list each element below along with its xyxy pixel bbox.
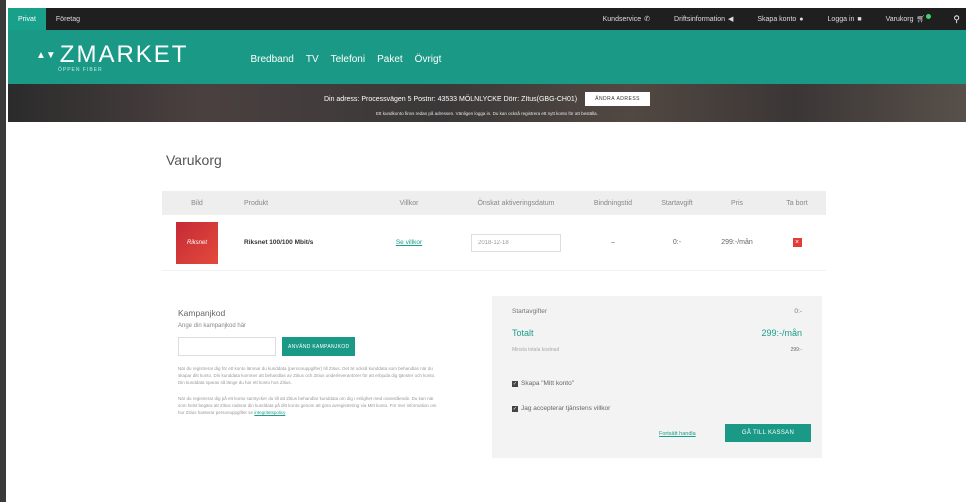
customer-service-link[interactable]: Kundservice ✆ bbox=[591, 15, 662, 24]
cart-icon: 🛒︎ bbox=[916, 16, 926, 23]
logo-name: ZMARKET bbox=[59, 41, 189, 68]
logo-mark-icon: ▲▼ bbox=[36, 49, 56, 61]
address-text: Din adress: Processvägen 5 Postnr: 43533… bbox=[323, 95, 578, 103]
cart-link[interactable]: Varukorg 🛒︎ bbox=[874, 13, 944, 23]
min-cost-label: Minsta totala kostnad bbox=[512, 347, 560, 353]
col-binding: Bindningstid bbox=[593, 199, 633, 207]
checkout-button[interactable]: GÅ TILL KASSAN bbox=[725, 424, 811, 442]
address-banner: Din adress: Processvägen 5 Postnr: 43533… bbox=[8, 84, 966, 122]
account-notice: Ett kundkonto finns redan på adressen. V… bbox=[376, 111, 598, 116]
cart-label: Varukorg bbox=[885, 15, 914, 23]
terms-link[interactable]: Se villkor bbox=[396, 239, 422, 246]
nav-other[interactable]: Övrigt bbox=[415, 54, 442, 65]
main-nav: Bredband TV Telefoni Paket Övrigt bbox=[250, 54, 441, 65]
nav-package[interactable]: Paket bbox=[377, 54, 403, 65]
tab-business[interactable]: Företag bbox=[46, 8, 90, 30]
cart-count-badge bbox=[926, 13, 932, 19]
col-image: Bild bbox=[191, 199, 203, 207]
create-account-label: Skapa konto bbox=[757, 15, 797, 23]
table-row: Riksnet Riksnet 100/100 Mbit/s Se villko… bbox=[162, 215, 826, 271]
top-utility-bar: Privat Företag Kundservice ✆ Driftsinfor… bbox=[8, 8, 966, 30]
user-icon: ● bbox=[799, 15, 804, 23]
total-row: Totalt 299:-/mån bbox=[512, 328, 802, 338]
start-fees-row: Startavgifter 0:- bbox=[512, 308, 802, 315]
product-image: Riksnet bbox=[176, 221, 218, 264]
min-cost-value: 299:- bbox=[790, 347, 802, 353]
order-summary: Startavgifter 0:- Totalt 299:-/mån Minst… bbox=[492, 296, 822, 458]
privacy-text-2-body: När du registrerar dig på ett konto samt… bbox=[178, 396, 437, 415]
remove-item-button[interactable]: × bbox=[792, 238, 802, 247]
binding-value: – bbox=[611, 239, 615, 246]
start-fees-label: Startavgifter bbox=[512, 308, 548, 315]
logo-tagline: ÖPPEN FIBER bbox=[58, 67, 103, 73]
col-terms: Villkor bbox=[399, 199, 419, 207]
col-start-fee: Startavgift bbox=[661, 199, 693, 207]
nav-broadband[interactable]: Bredband bbox=[250, 54, 293, 65]
product-name: Riksnet 100/100 Mbit/s bbox=[244, 239, 314, 246]
operating-info-link[interactable]: Driftsinformation ◀ bbox=[662, 15, 745, 24]
privacy-text-2: När du registrerar dig på ett konto samt… bbox=[178, 396, 440, 416]
campaign-section: Kampanjkod Ange din kampanjkod här ANVÄN… bbox=[178, 308, 440, 417]
col-remove: Ta bort bbox=[786, 199, 808, 207]
min-cost-row: Minsta totala kostnad 299:- bbox=[512, 347, 802, 353]
price-value: 299:-/mån bbox=[721, 239, 753, 246]
operating-info-label: Driftsinformation bbox=[674, 15, 725, 23]
login-label: Logga in bbox=[827, 15, 855, 23]
cart-table: Bild Produkt Villkor Önskat aktiveringsd… bbox=[162, 191, 826, 271]
create-account-link[interactable]: Skapa konto ● bbox=[745, 16, 815, 23]
customer-service-label: Kundservice bbox=[602, 15, 642, 23]
zmarket-logo[interactable]: ▲▼ ZMARKET ÖPPEN FIBER bbox=[36, 41, 188, 73]
lock-icon: ■ bbox=[857, 15, 862, 23]
apply-campaign-button[interactable]: ANVÄND KAMPANJKOD bbox=[282, 337, 356, 356]
campaign-subtitle: Ange din kampanjkod här bbox=[178, 323, 247, 329]
cart-table-header: Bild Produkt Villkor Önskat aktiveringsd… bbox=[162, 191, 826, 215]
main-header: ▲▼ ZMARKET ÖPPEN FIBER Bredband TV Telef… bbox=[8, 30, 966, 84]
create-account-check-label: Skapa "Mitt konto" bbox=[521, 380, 575, 387]
login-link[interactable]: Logga in ■ bbox=[816, 16, 874, 23]
col-price: Pris bbox=[730, 199, 744, 207]
accept-terms-checkbox[interactable]: ✓ Jag accepterar tjänstens villkor bbox=[512, 405, 610, 412]
total-value: 299:-/mån bbox=[761, 328, 802, 338]
nav-tv[interactable]: TV bbox=[306, 54, 319, 65]
continue-shopping-link[interactable]: Fortsätt handla bbox=[659, 431, 696, 437]
campaign-title: Kampanjkod bbox=[178, 308, 226, 318]
start-fees-value: 0:- bbox=[794, 308, 802, 315]
nav-telephony[interactable]: Telefoni bbox=[331, 54, 365, 65]
activation-date-input[interactable] bbox=[471, 233, 561, 252]
checkbox-checked-icon: ✓ bbox=[512, 405, 518, 412]
checkbox-checked-icon: ✓ bbox=[512, 380, 518, 387]
phone-icon: ✆ bbox=[644, 16, 651, 23]
change-address-button[interactable]: ÄNDRA ADRESS bbox=[585, 92, 651, 106]
privacy-text-1: När du registrerar dig för ett konto läm… bbox=[178, 366, 436, 385]
create-account-checkbox[interactable]: ✓ Skapa "Mitt konto" bbox=[512, 380, 574, 387]
accept-terms-check-label: Jag accepterar tjänstens villkor bbox=[521, 405, 611, 412]
window-left-edge bbox=[0, 0, 6, 502]
privacy-policy-link[interactable]: integritetspolicy bbox=[254, 410, 285, 415]
start-fee-value: 0:- bbox=[672, 239, 682, 246]
window-top-edge bbox=[0, 0, 966, 8]
col-activation-date: Önskat aktiveringsdatum bbox=[477, 199, 555, 207]
search-icon[interactable]: ⚲ bbox=[943, 14, 966, 25]
megaphone-icon: ◀ bbox=[727, 16, 734, 23]
campaign-code-input[interactable] bbox=[178, 337, 276, 356]
col-product: Produkt bbox=[244, 199, 269, 207]
total-label: Totalt bbox=[512, 328, 534, 338]
tab-private[interactable]: Privat bbox=[8, 8, 46, 30]
page-title: Varukorg bbox=[166, 152, 222, 168]
